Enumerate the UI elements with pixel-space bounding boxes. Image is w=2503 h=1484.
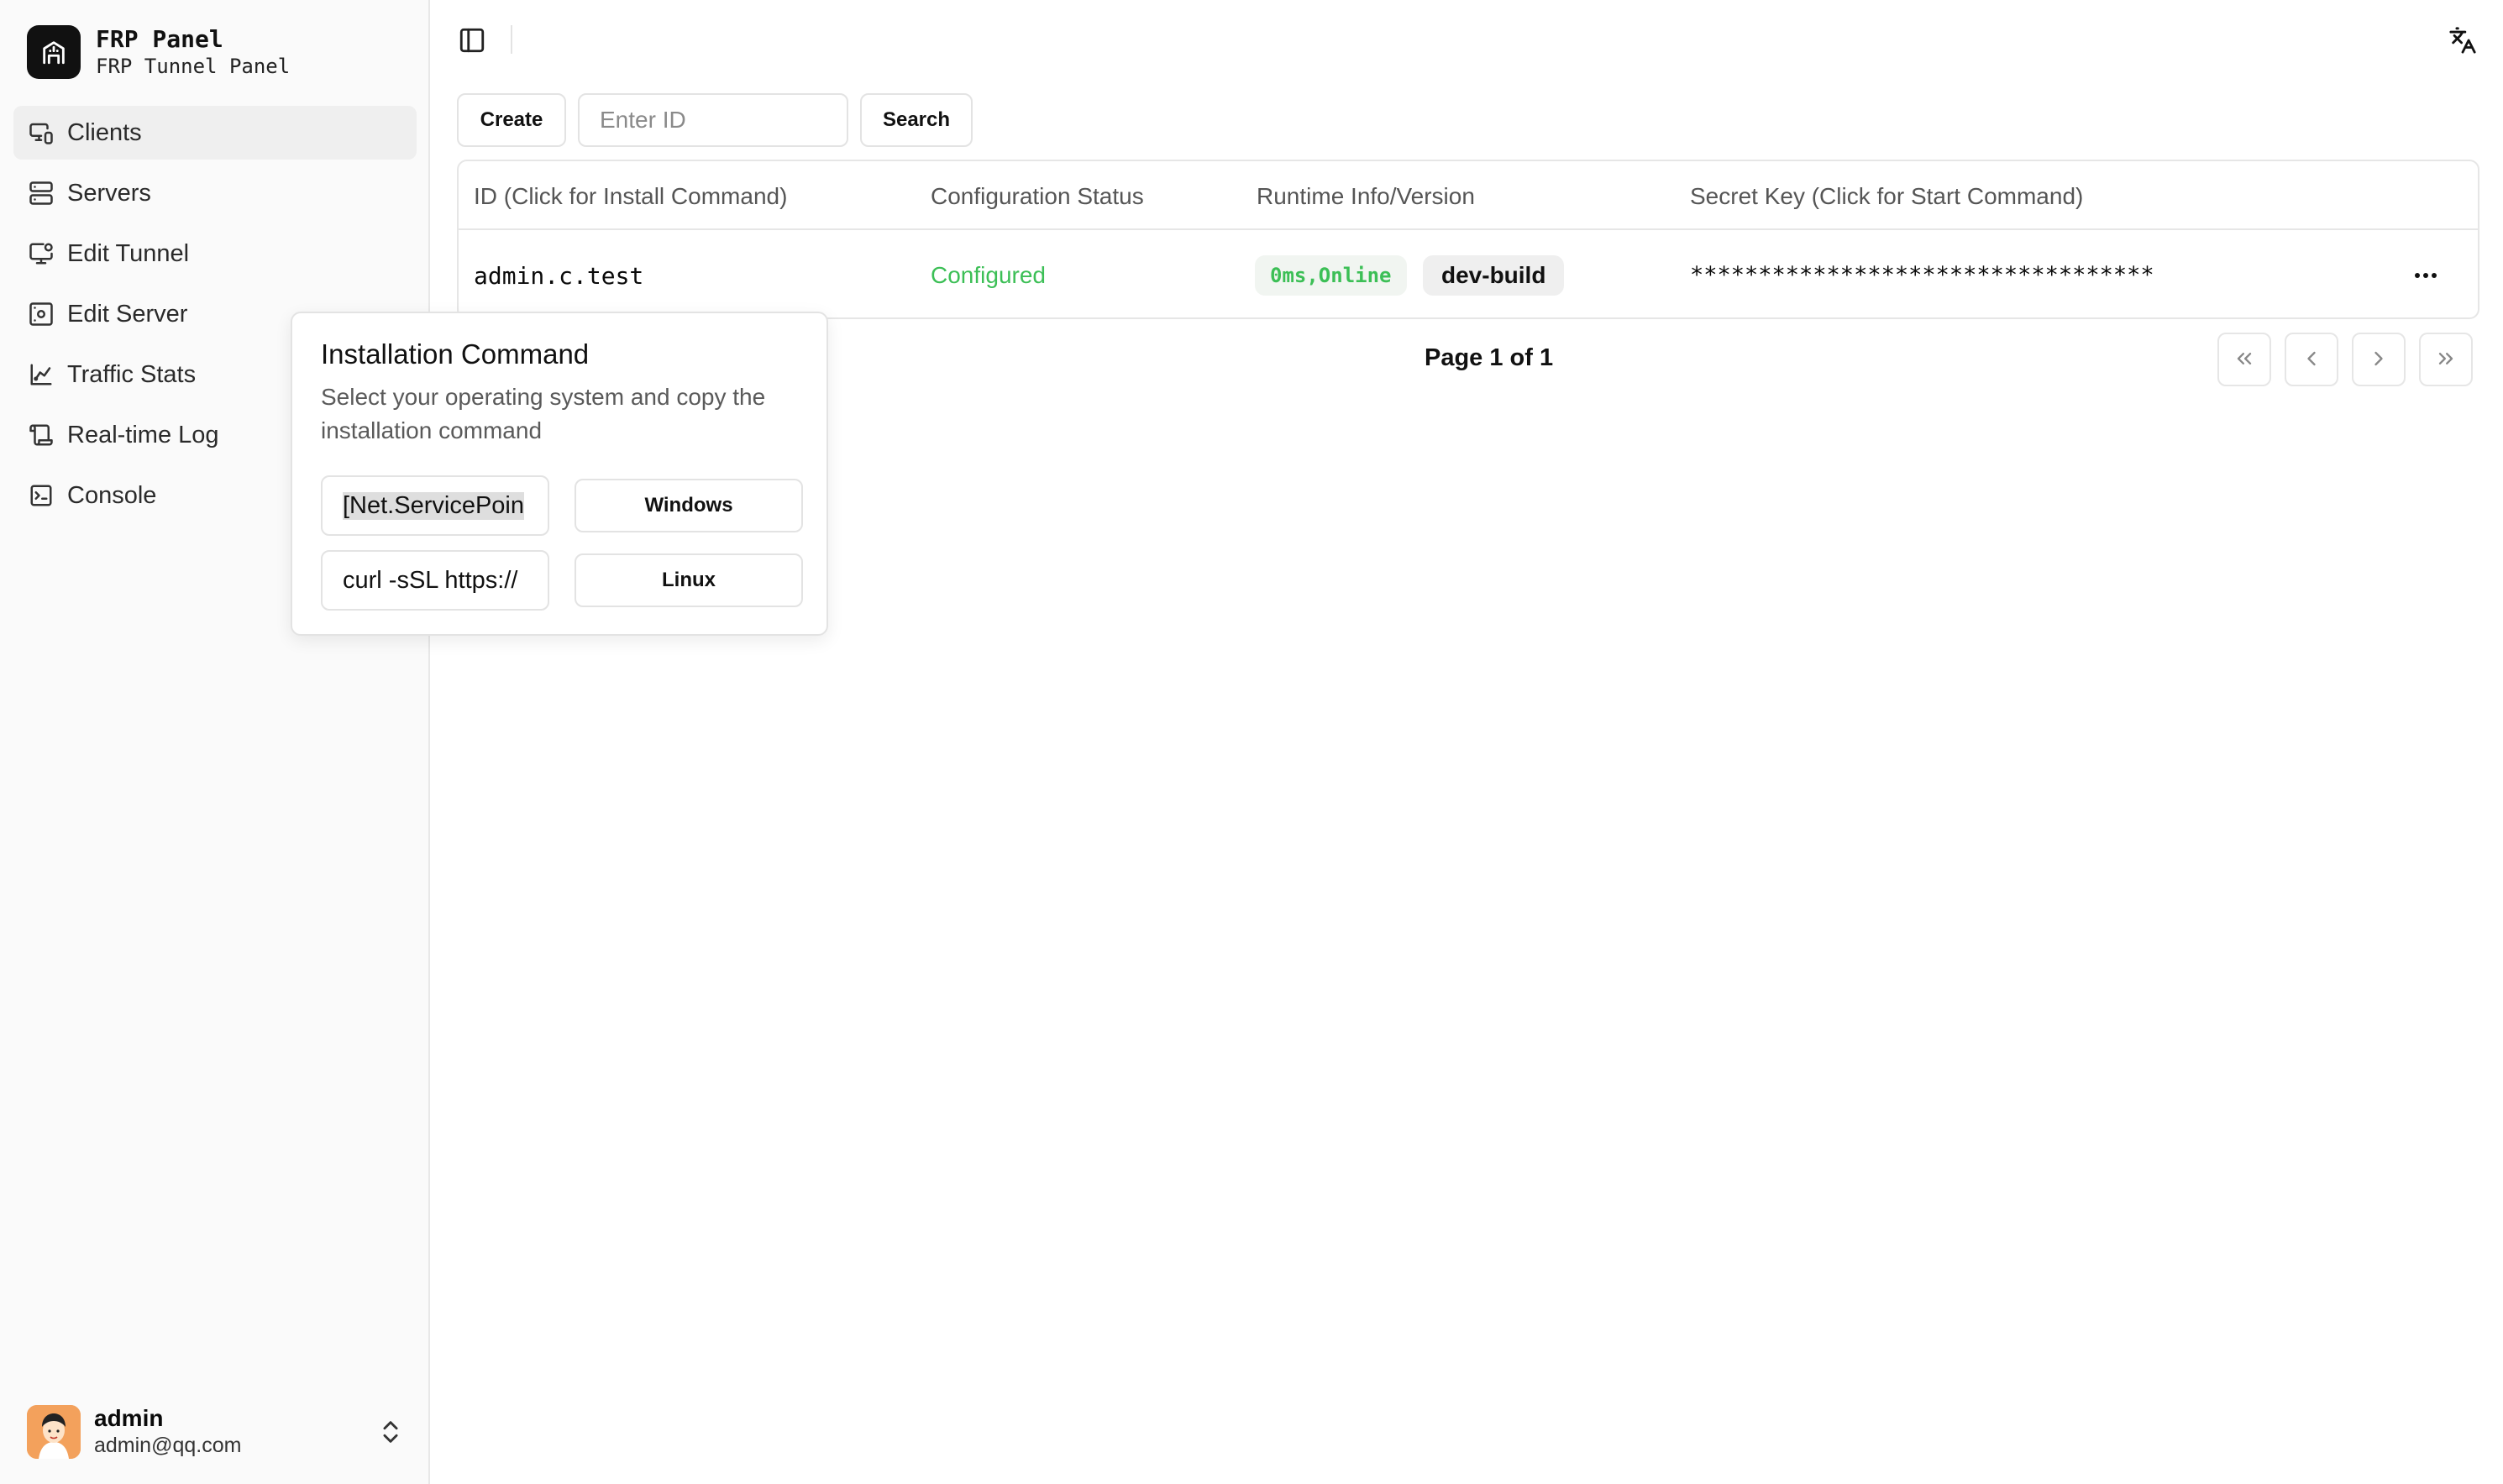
prev-page-button[interactable] — [2285, 333, 2338, 386]
language-icon[interactable] — [2444, 22, 2481, 59]
chevrons-left-icon — [2233, 347, 2256, 373]
user-name: admin — [94, 1405, 164, 1431]
sidebar-item-label: Console — [67, 481, 157, 509]
avatar — [27, 1405, 81, 1459]
sidebar-item-label: Real-time Log — [67, 421, 219, 448]
secret-key-cell[interactable]: ********************************** — [1690, 262, 2154, 288]
column-header-status: Configuration Status — [931, 183, 1144, 209]
popover-title: Installation Command — [321, 338, 590, 370]
sidebar: FRP Panel FRP Tunnel Panel Clients Serve… — [0, 0, 430, 1484]
user-email: admin@qq.com — [94, 1434, 242, 1457]
create-button[interactable]: Create — [457, 93, 566, 147]
app-name: FRP Panel — [96, 25, 223, 53]
chevrons-up-down-icon[interactable] — [376, 1418, 405, 1446]
app-subtitle: FRP Tunnel Panel — [96, 55, 291, 78]
terminal-icon — [27, 481, 55, 510]
sidebar-item-servers[interactable]: Servers — [13, 166, 417, 220]
search-input[interactable] — [578, 93, 848, 147]
chevron-left-icon — [2300, 347, 2323, 373]
chevron-right-icon — [2367, 347, 2390, 373]
column-header-id[interactable]: ID (Click for Install Command) — [474, 183, 787, 210]
installation-command-popover: Installation Command Select your operati… — [291, 312, 828, 636]
sidebar-item-label: Traffic Stats — [67, 360, 197, 388]
table-header: ID (Click for Install Command) Configura… — [459, 161, 2478, 230]
linux-button[interactable]: Linux — [575, 553, 803, 607]
popover-description: Select your operating system and copy th… — [321, 384, 766, 443]
more-horizontal-icon[interactable] — [2407, 260, 2444, 291]
clients-table: ID (Click for Install Command) Configura… — [457, 160, 2479, 319]
runtime-badge: 0ms,Online — [1255, 255, 1407, 296]
monitor-smartphone-icon — [27, 118, 55, 147]
scroll-icon — [27, 421, 55, 449]
chevrons-right-icon — [2434, 347, 2458, 373]
server-cog-icon — [27, 300, 55, 328]
divider — [511, 25, 512, 54]
server-icon — [27, 179, 55, 207]
linux-command-field[interactable]: curl -sSL https:// — [321, 550, 549, 611]
pagination-info: Page 1 of 1 — [1425, 344, 1554, 371]
sidebar-toggle-icon[interactable] — [455, 24, 489, 57]
linux-command-text: curl -sSL https:// — [343, 566, 518, 594]
first-page-button[interactable] — [2217, 333, 2271, 386]
sidebar-item-edit-tunnel[interactable]: Edit Tunnel — [13, 227, 417, 281]
status-cell: Configured — [931, 262, 1046, 288]
column-header-runtime: Runtime Info/Version — [1257, 183, 1475, 209]
chart-icon — [27, 360, 55, 389]
column-header-secret: Secret Key (Click for Start Command) — [1690, 183, 2084, 209]
user-menu[interactable]: admin admin@qq.com — [27, 1403, 405, 1461]
topbar — [430, 0, 2503, 81]
windows-command-text: [Net.ServicePoin — [343, 491, 524, 520]
client-id-cell[interactable]: admin.c.test — [474, 262, 643, 290]
monitor-cog-icon — [27, 239, 55, 268]
sidebar-item-label: Clients — [67, 118, 142, 146]
windows-command-field[interactable]: [Net.ServicePoin — [321, 475, 549, 536]
last-page-button[interactable] — [2419, 333, 2473, 386]
sidebar-item-clients[interactable]: Clients — [13, 106, 417, 160]
table-row: admin.c.test Configured 0ms,Online dev-b… — [459, 232, 2478, 317]
version-badge: dev-build — [1423, 255, 1565, 296]
sidebar-item-label: Servers — [67, 179, 151, 207]
sidebar-item-label: Edit Tunnel — [67, 239, 190, 267]
search-button[interactable]: Search — [860, 93, 973, 147]
windows-button[interactable]: Windows — [575, 479, 803, 532]
sidebar-item-label: Edit Server — [67, 300, 188, 328]
brand[interactable]: FRP Panel FRP Tunnel Panel — [27, 25, 290, 79]
logo-icon — [27, 25, 81, 79]
next-page-button[interactable] — [2352, 333, 2406, 386]
